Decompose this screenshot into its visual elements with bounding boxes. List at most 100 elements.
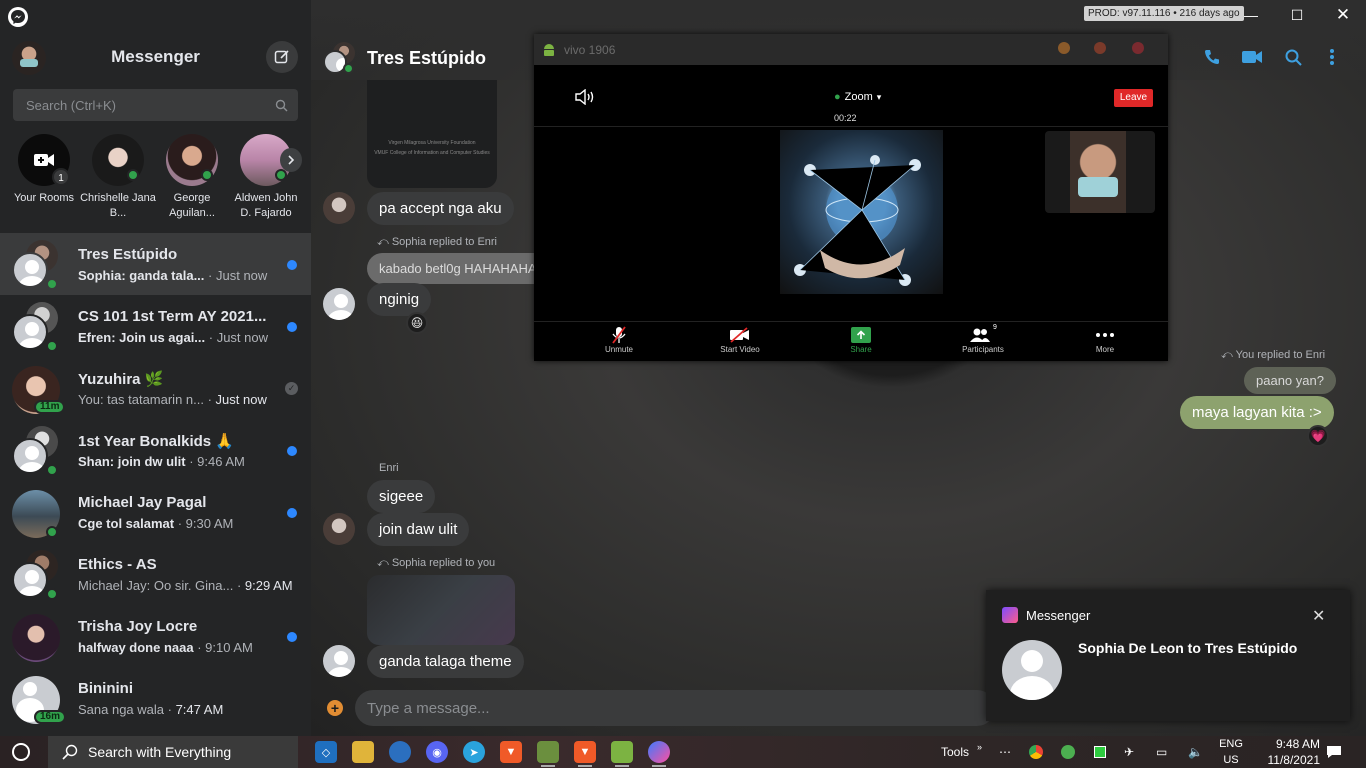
- green-square-icon[interactable]: [1094, 736, 1106, 768]
- brave-icon[interactable]: ▼: [500, 741, 522, 763]
- message-bubble[interactable]: pa accept nga aku: [367, 192, 514, 225]
- discord-icon[interactable]: ◉: [426, 741, 448, 763]
- search-icon: [62, 744, 78, 760]
- conversation-item[interactable]: Trisha Joy Locre halfway done naaa · 9:1…: [0, 605, 311, 667]
- reaction-heart-icon[interactable]: 💗: [1307, 425, 1329, 447]
- taskbar-search[interactable]: Search with Everything: [48, 736, 298, 768]
- tools-toolbar[interactable]: Tools»: [941, 736, 982, 768]
- video-off-icon: [695, 325, 785, 345]
- conversation-item[interactable]: Michael Jay Pagal Cge tol salamat · 9:30…: [0, 481, 311, 543]
- emulator-title-bar[interactable]: vivo 1906: [534, 34, 1168, 65]
- search-input[interactable]: Search (Ctrl+K): [26, 98, 275, 113]
- message-bubble[interactable]: join daw ulit: [367, 513, 470, 546]
- outgoing-message-bubble[interactable]: maya lagyan kita :>: [1180, 396, 1334, 429]
- voice-call-button[interactable]: [1201, 46, 1223, 68]
- message-bubble[interactable]: nginig: [367, 283, 432, 316]
- notification-center-icon[interactable]: [1326, 736, 1342, 768]
- chat-title[interactable]: Tres Estúpido: [367, 48, 486, 69]
- messenger-icon[interactable]: [648, 741, 670, 767]
- window-dot-orange[interactable]: [1058, 42, 1070, 54]
- unread-dot: [287, 508, 297, 518]
- file-explorer-icon[interactable]: [352, 741, 374, 763]
- minimize-button[interactable]: —: [1228, 0, 1274, 30]
- message-bubble[interactable]: sigeee: [367, 480, 436, 513]
- conversation-preview: Michael Jay: Oo sir. Gina... · 9:29 AM: [78, 578, 293, 593]
- conversation-name: Tres Estúpido: [78, 246, 178, 263]
- message-bubble[interactable]: ganda talaga theme: [367, 645, 524, 678]
- participants-button[interactable]: 9 Participants: [938, 324, 1028, 355]
- unread-dot: [287, 260, 297, 270]
- more-options-button[interactable]: [1321, 46, 1343, 68]
- rooms-scroll-next-button[interactable]: [280, 148, 302, 172]
- share-button[interactable]: Share: [816, 325, 906, 354]
- sender-avatar[interactable]: [323, 513, 355, 545]
- speaker-button[interactable]: [574, 88, 596, 110]
- reaction-laugh-icon[interactable]: 😆: [406, 312, 428, 334]
- conversation-item[interactable]: Tres Estúpido Sophia: ganda tala... · Ju…: [0, 233, 311, 295]
- android-icon[interactable]: [611, 741, 633, 767]
- telegram-icon[interactable]: ➤: [463, 741, 485, 763]
- avatar: 16m: [12, 676, 67, 724]
- messenger-icon: [1002, 607, 1018, 623]
- app-tray-icon[interactable]: [1061, 736, 1075, 768]
- minecraft-icon[interactable]: [537, 741, 559, 767]
- room-name: Chrishelle Jana B...: [80, 192, 156, 219]
- online-indicator: [46, 526, 58, 538]
- brave-icon[interactable]: ▼: [574, 741, 596, 767]
- online-indicator: [46, 340, 58, 352]
- airplane-mode-icon[interactable]: ✈: [1124, 736, 1134, 768]
- conversation-item[interactable]: 16m Bininini Sana nga wala · 7:47 AM: [0, 667, 311, 729]
- close-window-button[interactable]: ✕: [1320, 0, 1366, 30]
- chat-group-avatar[interactable]: [323, 42, 369, 74]
- video-camera-icon: [1242, 51, 1262, 63]
- microphone-muted-icon: [574, 325, 664, 345]
- contact-george[interactable]: George Aguilan...: [154, 134, 230, 221]
- online-indicator: [46, 278, 58, 290]
- conversation-search[interactable]: Search (Ctrl+K): [13, 89, 298, 121]
- conversation-item[interactable]: 11m Yuzuhira 🌿 You: tas tatamarin n... ·…: [0, 357, 311, 419]
- window-dot-red[interactable]: [1094, 42, 1106, 54]
- start-video-button[interactable]: Start Video: [695, 325, 785, 354]
- conversation-item[interactable]: Ethics - AS Michael Jay: Oo sir. Gina...…: [0, 543, 311, 605]
- system-clock[interactable]: 9:48 AM 11/8/2021: [1224, 736, 1321, 768]
- start-button[interactable]: [8, 742, 34, 762]
- volume-icon[interactable]: 🔈: [1188, 736, 1203, 768]
- search-chat-button[interactable]: [1282, 46, 1304, 68]
- zoom-app-label[interactable]: ● Zoom ▾: [834, 91, 881, 103]
- unmute-button[interactable]: Unmute: [574, 325, 664, 354]
- video-call-button[interactable]: [1241, 46, 1263, 68]
- self-video-thumbnail[interactable]: [1045, 131, 1155, 213]
- maximize-button[interactable]: ☐: [1274, 0, 1320, 30]
- shared-image-message[interactable]: Virgen Milagrosa University Foundation V…: [367, 80, 497, 188]
- room-name: Your Rooms: [13, 192, 75, 204]
- quoted-message[interactable]: kabado betl0g HAHAHAHA: [367, 253, 557, 284]
- sender-avatar[interactable]: [323, 288, 355, 320]
- sender-avatar[interactable]: [323, 192, 355, 224]
- contact-aldwen[interactable]: Aldwen John D. Fajardo: [228, 134, 304, 221]
- battery-icon[interactable]: ▭: [1156, 736, 1167, 768]
- add-attachment-button[interactable]: +: [327, 700, 343, 716]
- quoted-screenshot-image[interactable]: [367, 575, 515, 645]
- window-dot-close[interactable]: [1132, 42, 1144, 54]
- contact-chrishelle[interactable]: Chrishelle Jana B...: [80, 134, 156, 221]
- room-your-rooms[interactable]: 1 Your Rooms: [6, 134, 82, 206]
- more-tray-icon[interactable]: ⋯: [999, 736, 1011, 768]
- call-timer: 00:22: [834, 113, 857, 123]
- new-message-button[interactable]: [266, 41, 298, 73]
- sidebar-title: Messenger: [111, 47, 200, 66]
- rooms-video-icon: 1: [18, 134, 70, 186]
- conversation-item[interactable]: 1st Year Bonalkids 🙏 Shan: join dw ulit …: [0, 419, 311, 481]
- sender-avatar[interactable]: [323, 645, 355, 677]
- more-button[interactable]: More: [1060, 325, 1150, 354]
- online-indicator: [127, 169, 139, 181]
- leave-call-button[interactable]: Leave: [1114, 89, 1153, 107]
- quoted-message[interactable]: paano yan?: [1244, 367, 1336, 394]
- vscode-icon[interactable]: ◇: [315, 741, 337, 763]
- messenger-notification[interactable]: Messenger ✕ Sophia De Leon to Tres Estúp…: [986, 590, 1350, 721]
- app-icon-blue[interactable]: [389, 741, 411, 763]
- conversation-item[interactable]: CS 101 1st Term AY 2021... Efren: Join u…: [0, 295, 311, 357]
- chrome-icon[interactable]: [1029, 736, 1043, 768]
- message-input[interactable]: [355, 690, 995, 726]
- close-notification-button[interactable]: ✕: [1312, 606, 1325, 626]
- rooms-count-badge: 1: [52, 168, 70, 186]
